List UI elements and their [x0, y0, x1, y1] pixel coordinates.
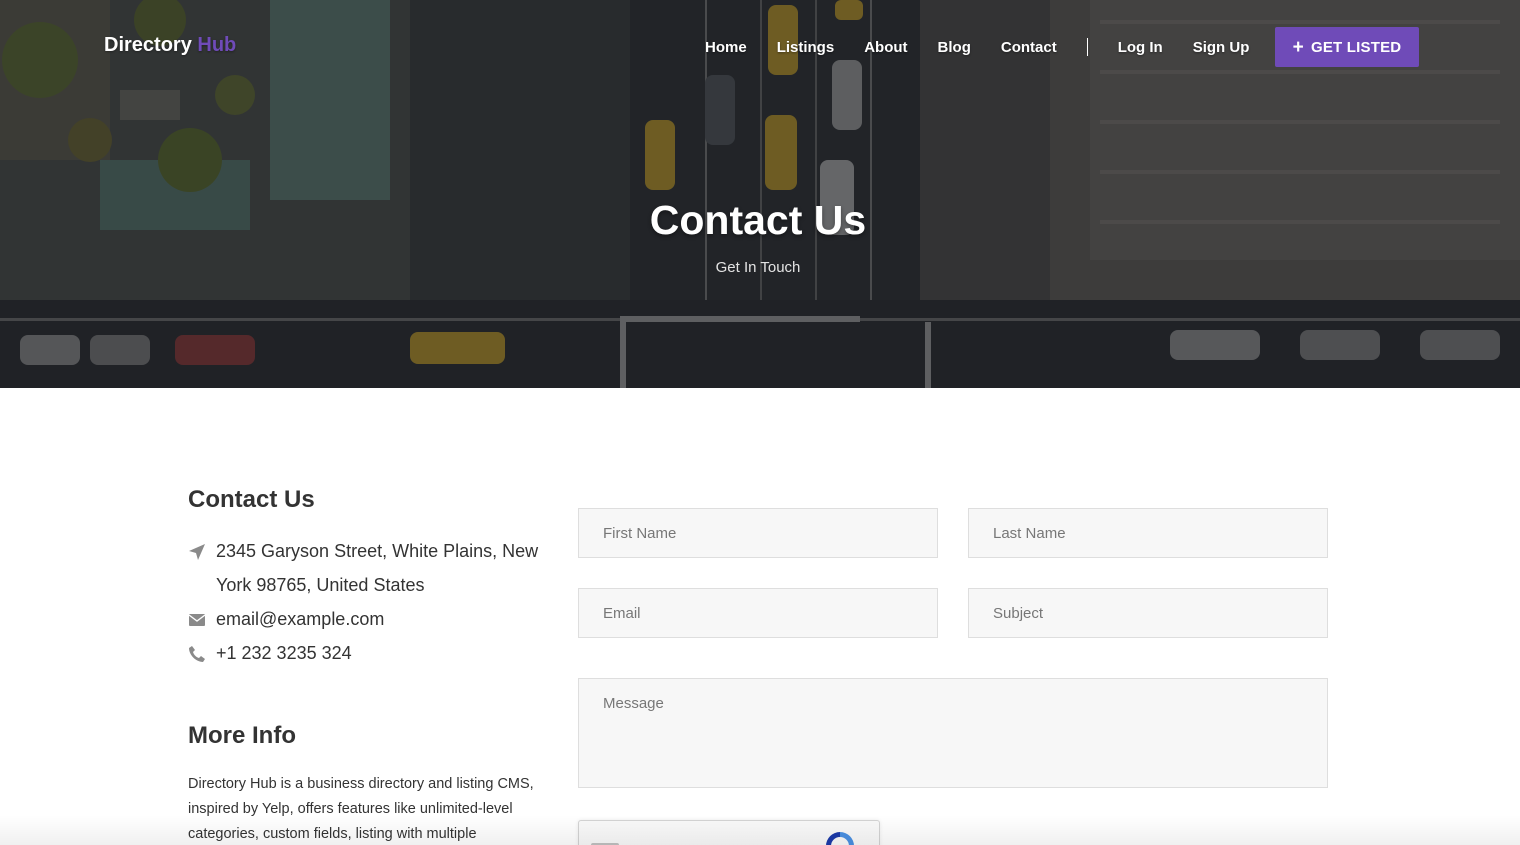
page-subtitle: Get In Touch	[715, 259, 801, 276]
nav-divider	[1086, 38, 1088, 56]
phone-text[interactable]: +1 232 3235 324	[216, 643, 352, 663]
logo-accent-text: Hub	[197, 34, 237, 56]
main-navbar: Directory Hub Home Listings About Blog C…	[0, 0, 1520, 94]
contact-phone: +1 232 3235 324	[188, 636, 553, 670]
nav-links: Home Listings About Blog Contact Log In …	[690, 38, 1264, 56]
nav-blog[interactable]: Blog	[938, 39, 971, 56]
contact-address: 2345 Garyson Street, White Plains, New Y…	[188, 534, 553, 602]
email-input[interactable]	[578, 588, 938, 638]
recaptcha-widget	[578, 820, 880, 845]
contact-details: 2345 Garyson Street, White Plains, New Y…	[188, 534, 553, 670]
subject-input[interactable]	[968, 588, 1328, 638]
contact-heading: Contact Us	[188, 486, 315, 513]
location-arrow-icon	[189, 544, 205, 560]
address-text: 2345 Garyson Street, White Plains, New Y…	[216, 541, 539, 595]
page-title: Contact Us	[649, 197, 867, 243]
first-name-input[interactable]	[578, 508, 938, 558]
nav-login[interactable]: Log In	[1118, 39, 1163, 56]
site-logo[interactable]: Directory Hub	[104, 34, 236, 57]
recaptcha-logo-icon	[826, 832, 854, 845]
phone-icon	[189, 646, 205, 662]
nav-about[interactable]: About	[864, 39, 907, 56]
envelope-icon	[188, 614, 206, 626]
hero-banner: Directory Hub Home Listings About Blog C…	[0, 0, 1520, 388]
more-info-heading: More Info	[188, 722, 296, 749]
nav-contact[interactable]: Contact	[1001, 39, 1057, 56]
nav-listings[interactable]: Listings	[777, 39, 835, 56]
nav-home[interactable]: Home	[705, 39, 747, 56]
plus-icon: +	[1292, 36, 1304, 58]
contact-email: email@example.com	[188, 602, 553, 636]
get-listed-label: GET LISTED	[1310, 38, 1402, 56]
nav-signup[interactable]: Sign Up	[1193, 39, 1250, 56]
message-textarea[interactable]	[578, 678, 1328, 788]
more-info-text: Directory Hub is a business directory an…	[188, 776, 534, 842]
last-name-input[interactable]	[968, 508, 1328, 558]
logo-text: Directory	[104, 34, 192, 56]
get-listed-button[interactable]: + GET LISTED	[1275, 27, 1419, 67]
contact-info-column: Contact Us 2345 Garyson Street, White Pl…	[188, 486, 553, 845]
email-text[interactable]: email@example.com	[216, 609, 384, 629]
